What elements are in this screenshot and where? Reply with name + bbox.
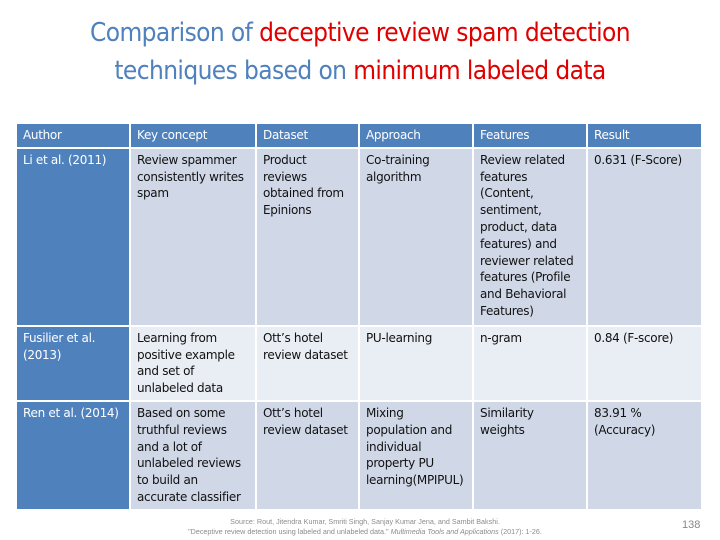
cell-approach: Co-training algorithm: [360, 148, 472, 325]
cell-approach: Mixing population and individual propert…: [360, 401, 472, 509]
table-header-row: Author Key concept Dataset Approach Feat…: [17, 124, 701, 147]
source-year-pages: (2017): 1-26.: [498, 527, 542, 536]
cell-features: Similarity weights: [474, 401, 586, 509]
table-row: Ren et al. (2014) Based on some truthful…: [17, 401, 701, 509]
comparison-table: Author Key concept Dataset Approach Feat…: [15, 122, 703, 511]
slide-title-line-1: Comparison of deceptive review spam dete…: [0, 14, 720, 52]
cell-key-concept: Review spammer consistently writes spam: [131, 148, 255, 325]
header-result: Result: [588, 124, 701, 147]
table-row: Fusilier et al. (2013) Learning from pos…: [17, 326, 701, 400]
header-approach: Approach: [360, 124, 472, 147]
cell-author: Li et al. (2011): [17, 148, 129, 325]
cell-key-concept: Learning from positive example and set o…: [131, 326, 255, 400]
cell-result: 0.631 (F-Score): [588, 148, 701, 325]
cell-features: Review related features (Content, sentim…: [474, 148, 586, 325]
cell-dataset: Ott’s hotel review dataset: [257, 401, 358, 509]
source-line-2: "Deceptive review detection using labele…: [150, 527, 580, 537]
page-number: 138: [682, 519, 701, 531]
cell-dataset: Product reviews obtained from Epinions: [257, 148, 358, 325]
cell-result: 0.84 (F-score): [588, 326, 701, 400]
cell-approach: PU-learning: [360, 326, 472, 400]
cell-key-concept: Based on some truthful reviews and a lot…: [131, 401, 255, 509]
source-journal: Multimedia Tools and Applications: [390, 527, 499, 536]
cell-features: n-gram: [474, 326, 586, 400]
header-features: Features: [474, 124, 586, 147]
cell-result: 83.91 % (Accuracy): [588, 401, 701, 509]
slide-title: Comparison of deceptive review spam dete…: [0, 14, 720, 90]
table-row: Li et al. (2011) Review spammer consiste…: [17, 148, 701, 325]
cell-author: Fusilier et al. (2013): [17, 326, 129, 400]
cell-author: Ren et al. (2014): [17, 401, 129, 509]
header-key-concept: Key concept: [131, 124, 255, 147]
source-citation: Source: Rout, Jitendra Kumar, Smriti Sin…: [150, 517, 580, 537]
title-plain-text: Comparison of: [90, 18, 260, 48]
header-dataset: Dataset: [257, 124, 358, 147]
cell-dataset: Ott’s hotel review dataset: [257, 326, 358, 400]
slide-title-line-2: techniques based on minimum labeled data: [0, 52, 720, 90]
header-author: Author: [17, 124, 129, 147]
title-highlighted-text: deceptive review spam detection: [259, 18, 630, 48]
title-highlighted-text: minimum labeled data: [353, 56, 606, 86]
source-line-1: Source: Rout, Jitendra Kumar, Smriti Sin…: [230, 517, 500, 526]
title-plain-text: techniques based on: [114, 56, 354, 86]
source-article-title: "Deceptive review detection using labele…: [188, 527, 391, 536]
